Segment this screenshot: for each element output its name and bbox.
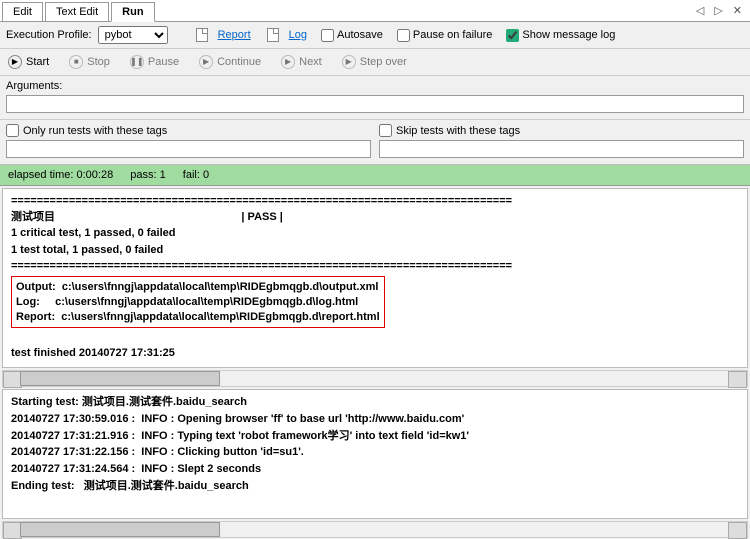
autosave-checkbox[interactable]: Autosave <box>321 29 383 42</box>
next-button[interactable]: ▶Next <box>279 53 324 71</box>
tab-close-icon[interactable]: ✕ <box>729 2 746 19</box>
skip-tags-checkbox[interactable]: Skip tests with these tags <box>379 124 744 137</box>
log-link[interactable]: Log <box>289 29 307 41</box>
stop-button[interactable]: ■Stop <box>67 53 112 71</box>
pause-button[interactable]: ❚❚Pause <box>128 53 181 71</box>
only-tags-input[interactable] <box>6 140 371 158</box>
log-icon <box>267 28 279 42</box>
toolbar-top: Execution Profile: pybot Report Log Auto… <box>0 22 750 49</box>
console-scrollbar[interactable] <box>2 370 748 387</box>
tab-run[interactable]: Run <box>111 2 154 22</box>
tab-bar: Edit Text Edit Run ◁ ▷ ✕ <box>0 0 750 22</box>
pass-count: pass: 1 <box>130 169 165 181</box>
continue-icon: ▶ <box>199 55 213 69</box>
show-message-log-checkbox[interactable]: Show message log <box>506 29 615 42</box>
tab-nav: ◁ ▷ ✕ <box>692 2 746 19</box>
toolbar-run: ▶Start ■Stop ❚❚Pause ▶Continue ▶Next ▶St… <box>0 49 750 76</box>
continue-button[interactable]: ▶Continue <box>197 53 263 71</box>
fail-count: fail: 0 <box>183 169 209 181</box>
pause-icon: ❚❚ <box>130 55 144 69</box>
execution-profile-label: Execution Profile: <box>6 29 92 41</box>
console-output: ========================================… <box>2 188 748 368</box>
next-icon: ▶ <box>281 55 295 69</box>
skip-tags-input[interactable] <box>379 140 744 158</box>
execution-profile-select[interactable]: pybot <box>98 26 168 44</box>
tab-next-icon[interactable]: ▷ <box>710 2 726 19</box>
pause-on-failure-checkbox[interactable]: Pause on failure <box>397 29 493 42</box>
tags-section: Only run tests with these tags Skip test… <box>0 120 750 165</box>
report-link[interactable]: Report <box>218 29 251 41</box>
stepover-button[interactable]: ▶Step over <box>340 53 409 71</box>
arguments-section: Arguments: <box>0 76 750 120</box>
tab-prev-icon[interactable]: ◁ <box>692 2 708 19</box>
tab-edit[interactable]: Edit <box>2 2 43 21</box>
start-button[interactable]: ▶Start <box>6 53 51 71</box>
report-icon <box>196 28 208 42</box>
stop-icon: ■ <box>69 55 83 69</box>
status-bar: elapsed time: 0:00:28 pass: 1 fail: 0 <box>0 165 750 186</box>
elapsed-time: elapsed time: 0:00:28 <box>8 169 113 181</box>
arguments-label: Arguments: <box>6 80 744 92</box>
play-icon: ▶ <box>8 55 22 69</box>
stepover-icon: ▶ <box>342 55 356 69</box>
message-log: Starting test: 测试项目.测试套件.baidu_search 20… <box>2 389 748 519</box>
only-tags-checkbox[interactable]: Only run tests with these tags <box>6 124 371 137</box>
tab-text-edit[interactable]: Text Edit <box>45 2 109 21</box>
arguments-input[interactable] <box>6 95 744 113</box>
log-scrollbar[interactable] <box>2 521 748 538</box>
